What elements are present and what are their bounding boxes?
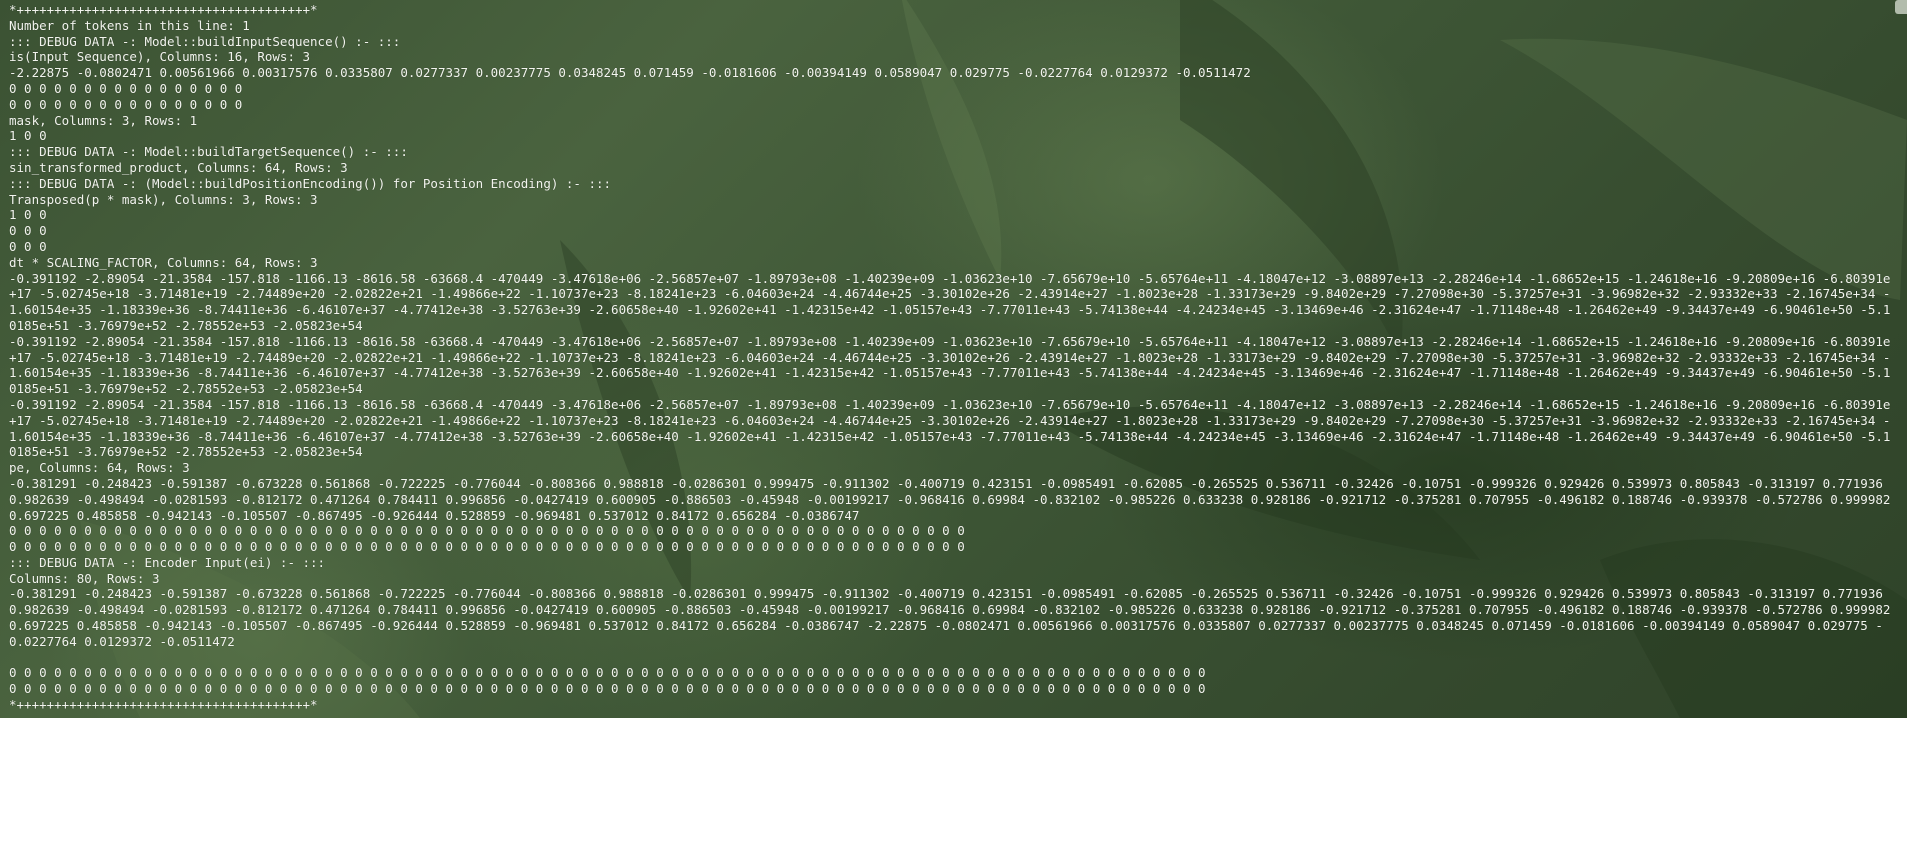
console-line: 0 0 0 0 0 0 0 0 0 0 0 0 0 0 0 0 xyxy=(9,96,243,112)
console-line: *+++++++++++++++++++++++++++++++++++++++… xyxy=(9,2,318,17)
console-line: 0 0 0 0 0 0 0 0 0 0 0 0 0 0 0 0 xyxy=(9,80,243,96)
console-line: -2.22875 -0.0802471 0.00561966 0.0031757… xyxy=(9,65,1251,81)
console-line: -0.381291 -0.248423 -0.591387 -0.673228 … xyxy=(9,586,1898,649)
console-line: 0 0 0 xyxy=(9,238,47,254)
console-line: ::: DEBUG DATA -: Model::buildTargetSequ… xyxy=(9,144,408,160)
console-line: -0.381291 -0.248423 -0.591387 -0.673228 … xyxy=(9,475,1898,523)
console-line: ::: DEBUG DATA -: Encoder Input(ei) :- :… xyxy=(9,554,326,570)
console-output: *+++++++++++++++++++++++++++++++++++++++… xyxy=(9,2,1897,713)
console-line: Columns: 80, Rows: 3 xyxy=(9,570,160,586)
console-line: ::: DEBUG DATA -: Model::buildInputSeque… xyxy=(9,33,401,49)
console-line: 0 0 0 xyxy=(9,223,47,239)
console-line: 0 0 0 0 0 0 0 0 0 0 0 0 0 0 0 0 0 0 0 0 … xyxy=(9,539,965,555)
console-line: 0 0 0 0 0 0 0 0 0 0 0 0 0 0 0 0 0 0 0 0 … xyxy=(9,665,1206,681)
console-line: *+++++++++++++++++++++++++++++++++++++++… xyxy=(9,697,318,713)
console-line: Transposed(p * mask), Columns: 3, Rows: … xyxy=(9,191,318,207)
console-line: sin_transformed_product, Columns: 64, Ro… xyxy=(9,159,348,175)
console-line: 1 0 0 xyxy=(9,128,47,144)
console-line: dt * SCALING_FACTOR, Columns: 64, Rows: … xyxy=(9,254,318,270)
console-line: Number of tokens in this line: 1 xyxy=(9,17,250,33)
console-line: -0.391192 -2.89054 -21.3584 -157.818 -11… xyxy=(9,396,1891,460)
console-line: -0.391192 -2.89054 -21.3584 -157.818 -11… xyxy=(9,270,1891,333)
console-line: pe, Columns: 64, Rows: 3 xyxy=(9,460,190,476)
terminal-window[interactable]: *+++++++++++++++++++++++++++++++++++++++… xyxy=(0,0,1907,718)
console-line: ::: DEBUG DATA -: (Model::buildPositionE… xyxy=(9,175,612,191)
console-line: mask, Columns: 3, Rows: 1 xyxy=(9,112,198,128)
console-line: 1 0 0 xyxy=(9,207,47,223)
console-line: -0.391192 -2.89054 -21.3584 -157.818 -11… xyxy=(9,333,1891,397)
console-line: 0 0 0 0 0 0 0 0 0 0 0 0 0 0 0 0 0 0 0 0 … xyxy=(9,523,965,539)
console-line: is(Input Sequence), Columns: 16, Rows: 3 xyxy=(9,49,311,65)
console-line: 0 0 0 0 0 0 0 0 0 0 0 0 0 0 0 0 0 0 0 0 … xyxy=(9,681,1206,697)
